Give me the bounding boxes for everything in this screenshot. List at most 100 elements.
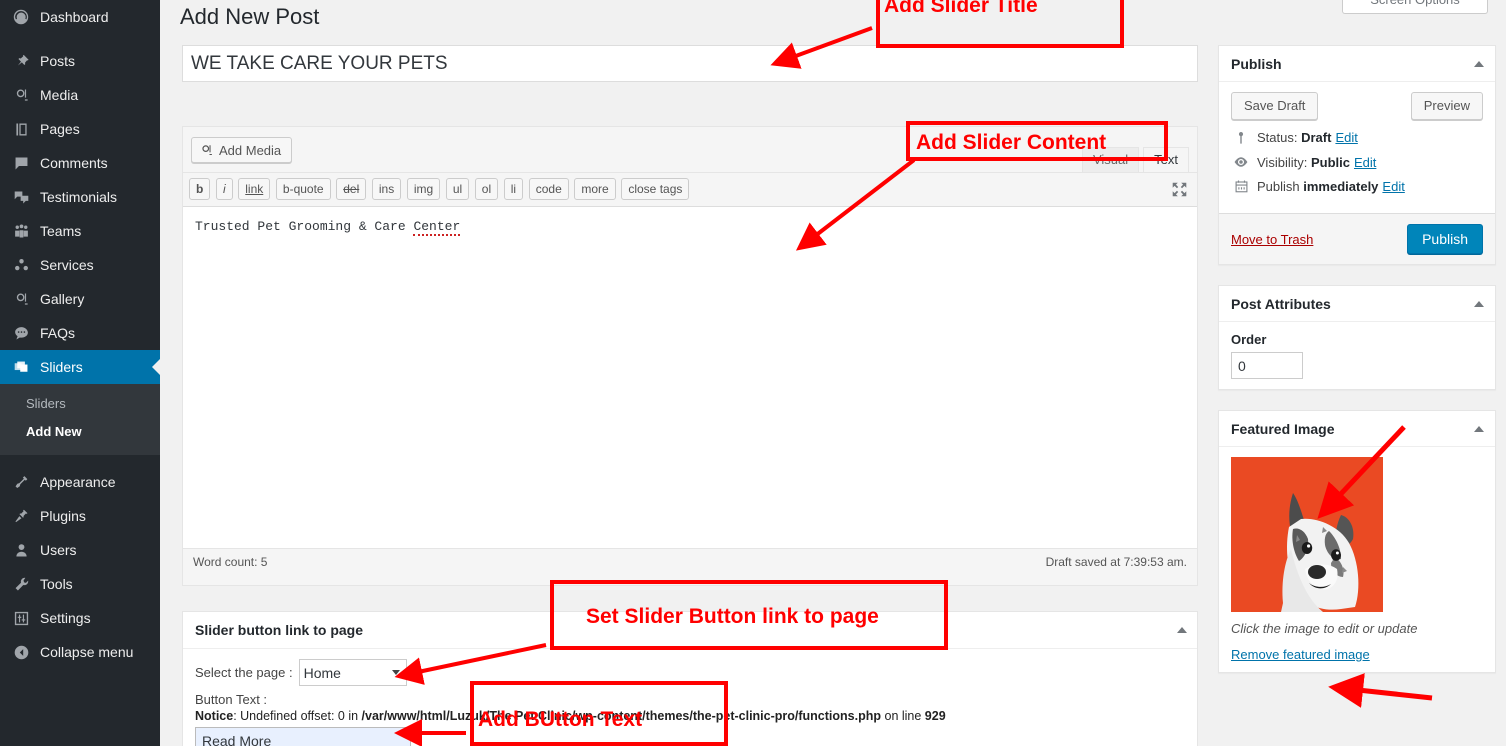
quicktag-b[interactable]: b	[189, 178, 211, 200]
chevron-up-icon[interactable]	[1474, 425, 1484, 432]
submenu-item-sliders[interactable]: Sliders	[0, 390, 160, 418]
sidebar-item-comments[interactable]: Comments	[0, 146, 160, 180]
main-content: Screen Options Add New Post Add Media Vi…	[160, 0, 1506, 746]
sidebar-item-label: Users	[40, 542, 77, 558]
gallery-icon	[11, 289, 31, 309]
publish-header: Publish	[1219, 46, 1495, 82]
teams-icon	[11, 221, 31, 241]
post-content-textarea[interactable]: Trusted Pet Grooming & Care Center	[183, 207, 1197, 548]
editor-media-bar: Add Media Visual Text	[183, 127, 1197, 173]
editor-status-bar: Word count: 5 Draft saved at 7:39:53 am.	[183, 548, 1197, 574]
quicktag-ol[interactable]: ol	[474, 178, 499, 200]
sidebar-item-posts[interactable]: Posts	[0, 44, 160, 78]
status-label: Status:	[1257, 130, 1298, 145]
screen-options-button[interactable]: Screen Options	[1342, 0, 1488, 14]
featured-image-metabox: Featured Image Click the image to edit o…	[1218, 410, 1496, 673]
eye-icon	[1231, 154, 1251, 170]
post-editor: Add Media Visual Text b i link b-quote d…	[182, 126, 1198, 586]
media-icon	[199, 143, 214, 158]
sidebar-item-label: Settings	[40, 610, 91, 626]
chevron-up-icon[interactable]	[1474, 300, 1484, 307]
featured-image-thumbnail[interactable]	[1231, 457, 1383, 612]
featured-image-body: Click the image to edit or update Remove…	[1219, 447, 1495, 672]
sidebar-item-gallery[interactable]: Gallery	[0, 282, 160, 316]
faqs-icon	[11, 323, 31, 343]
sidebar-item-teams[interactable]: Teams	[0, 214, 160, 248]
quicktag-more[interactable]: more	[574, 178, 616, 200]
comment-icon	[11, 153, 31, 173]
quicktag-img[interactable]: img	[406, 178, 441, 200]
dashboard-icon	[11, 7, 31, 27]
post-attributes-body: Order	[1219, 322, 1495, 389]
sliders-icon	[11, 357, 31, 377]
tab-text[interactable]: Text	[1143, 147, 1189, 173]
post-attributes-metabox: Post Attributes Order	[1218, 285, 1496, 390]
button-text-label: Button Text :	[195, 692, 268, 707]
sidebar-item-pages[interactable]: Pages	[0, 112, 160, 146]
sidebar-item-label: Dashboard	[40, 9, 109, 25]
button-text-input[interactable]	[195, 727, 411, 746]
order-label: Order	[1231, 332, 1267, 347]
publish-buttons-row: Save Draft Preview	[1231, 92, 1483, 120]
chevron-up-icon[interactable]	[1474, 60, 1484, 67]
quicktag-del[interactable]: del	[336, 178, 367, 200]
quicktag-b-quote[interactable]: b-quote	[275, 178, 331, 200]
sidebar-item-label: Pages	[40, 121, 80, 137]
publish-date-edit-link[interactable]: Edit	[1382, 179, 1404, 194]
quicktag-li[interactable]: li	[503, 178, 524, 200]
sidebar-item-plugins[interactable]: Plugins	[0, 499, 160, 533]
featured-image-caption: Click the image to edit or update	[1231, 621, 1418, 636]
sidebar-item-appearance[interactable]: Appearance	[0, 465, 160, 499]
sidebar-item-label: Plugins	[40, 508, 86, 524]
save-draft-button[interactable]: Save Draft	[1231, 92, 1319, 120]
page-title: Add New Post	[180, 4, 320, 29]
appearance-icon	[11, 472, 31, 492]
sidebar-item-faqs[interactable]: FAQs	[0, 316, 160, 350]
sidebar-item-label: Gallery	[40, 291, 85, 307]
featured-image-title: Featured Image	[1231, 420, 1335, 437]
submenu-item-add-new[interactable]: Add New	[0, 418, 160, 446]
order-input[interactable]	[1231, 352, 1303, 379]
add-media-button[interactable]: Add Media	[191, 137, 293, 163]
quicktag-close-tags[interactable]: close tags	[621, 178, 690, 200]
move-to-trash-link[interactable]: Move to Trash	[1231, 232, 1313, 247]
visibility-edit-link[interactable]: Edit	[1354, 155, 1376, 170]
sidebar-item-tools[interactable]: Tools	[0, 567, 160, 601]
notice-prefix: Notice	[195, 709, 234, 723]
sidebar-item-settings[interactable]: Settings	[0, 601, 160, 635]
sidebar-item-collapse-menu[interactable]: Collapse menu	[0, 635, 160, 669]
quicktag-link[interactable]: link	[238, 178, 271, 200]
quicktag-code[interactable]: code	[528, 178, 569, 200]
sidebar-item-label: Tools	[40, 576, 73, 592]
sidebar-item-sliders[interactable]: Sliders	[0, 350, 160, 384]
sidebar-item-label: Media	[40, 87, 79, 103]
sidebar-item-services[interactable]: Services	[0, 248, 160, 282]
quicktag-ins[interactable]: ins	[371, 178, 402, 200]
metabox-header: Slider button link to page	[183, 612, 1197, 649]
sidebar-item-label: Testimonials	[40, 189, 118, 205]
add-media-label: Add Media	[219, 142, 282, 158]
select-page-dropdown[interactable]: Home	[298, 659, 407, 686]
tools-icon	[11, 574, 31, 594]
publish-metabox: Publish Save Draft Preview Status: Draft…	[1218, 45, 1496, 265]
fullscreen-icon[interactable]	[1171, 181, 1188, 201]
preview-button[interactable]: Preview	[1410, 92, 1483, 120]
publish-body: Save Draft Preview Status: Draft Edit Vi…	[1219, 82, 1495, 213]
tab-visual[interactable]: Visual	[1081, 147, 1140, 173]
quicktag-ul[interactable]: ul	[445, 178, 470, 200]
remove-featured-image-link[interactable]: Remove featured image	[1231, 647, 1370, 662]
sidebar-item-media[interactable]: Media	[0, 78, 160, 112]
sidebar-item-label: Teams	[40, 223, 82, 239]
publish-button[interactable]: Publish	[1407, 224, 1483, 254]
slider-button-link-metabox: Slider button link to page Select the pa…	[182, 611, 1198, 746]
status-edit-link[interactable]: Edit	[1335, 130, 1357, 145]
sidebar-item-dashboard[interactable]: Dashboard	[0, 0, 160, 34]
post-title-input[interactable]	[182, 45, 1198, 82]
sidebar-item-users[interactable]: Users	[0, 533, 160, 567]
featured-image-header: Featured Image	[1219, 411, 1495, 447]
admin-sidebar: Dashboard Posts Media Pages Comments Tes…	[0, 0, 160, 746]
sidebar-item-testimonials[interactable]: Testimonials	[0, 180, 160, 214]
chevron-up-icon[interactable]	[1177, 627, 1187, 633]
quicktag-i[interactable]: i	[215, 178, 233, 200]
post-attributes-title: Post Attributes	[1231, 295, 1331, 312]
